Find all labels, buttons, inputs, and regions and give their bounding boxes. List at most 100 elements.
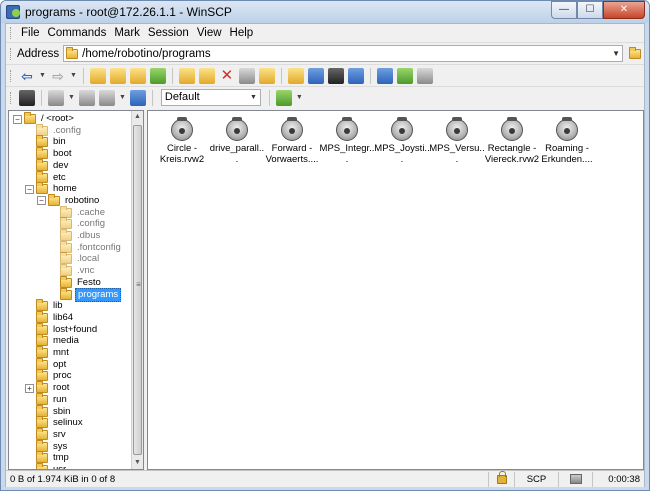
- title-bar[interactable]: programs - root@172.26.1.1 - WinSCP — ☐ …: [1, 1, 649, 23]
- tree-node[interactable]: .cache: [49, 205, 107, 219]
- open-folder-icon[interactable]: [629, 46, 641, 59]
- tree-node[interactable]: srv: [25, 427, 68, 441]
- menu-session[interactable]: Session: [144, 24, 193, 42]
- lock-icon[interactable]: [496, 470, 507, 484]
- find-files-icon[interactable]: [347, 67, 364, 84]
- tree-toggle-icon[interactable]: [129, 89, 146, 106]
- parent-directory-icon[interactable]: [89, 67, 106, 84]
- tree-node[interactable]: .local: [49, 252, 101, 265]
- tree-node[interactable]: .dbus: [49, 229, 102, 242]
- tree-node-label: programs: [75, 287, 122, 302]
- tree-node[interactable]: selinux: [25, 416, 85, 429]
- edit-file-icon[interactable]: [178, 67, 195, 84]
- compare-directories-icon[interactable]: [376, 67, 393, 84]
- open-file-icon[interactable]: [198, 67, 215, 84]
- address-grip-icon[interactable]: [10, 47, 13, 60]
- rename-icon[interactable]: [258, 67, 275, 84]
- menu-view[interactable]: View: [193, 24, 226, 42]
- transfer-settings-select[interactable]: Default: [160, 89, 261, 106]
- forward-history-chevron-icon[interactable]: ▼: [70, 72, 77, 79]
- file-item[interactable]: MPS_Versu...: [429, 117, 485, 165]
- tree-node[interactable]: opt: [25, 357, 68, 371]
- tree-node[interactable]: programs: [49, 287, 122, 302]
- toolbar-grip-icon[interactable]: [10, 69, 13, 82]
- back-arrow-icon[interactable]: ⇦: [19, 68, 35, 84]
- tree-node[interactable]: boot: [25, 147, 74, 160]
- scroll-thumb[interactable]: [133, 125, 143, 455]
- transfer-options-chevron-icon[interactable]: ▼: [296, 94, 303, 101]
- tree-node[interactable]: lib: [25, 299, 65, 312]
- tree-node[interactable]: − / <root>: [13, 112, 76, 125]
- address-input[interactable]: /home/robotino/programs ▼: [63, 45, 623, 62]
- tree-node[interactable]: etc: [25, 170, 68, 184]
- new-folder-icon[interactable]: [287, 67, 304, 84]
- folder-icon: [60, 205, 72, 218]
- collapse-icon[interactable]: −: [25, 184, 34, 194]
- view-mode-chevron-icon[interactable]: ▼: [68, 94, 75, 101]
- menu-grip-icon[interactable]: [10, 27, 13, 39]
- tree-node[interactable]: mnt: [25, 346, 71, 359]
- file-item[interactable]: Rectangle - Viereck.rvw2: [484, 117, 540, 165]
- tree-node[interactable]: lib64: [25, 310, 75, 324]
- file-item[interactable]: MPS_Integr...: [319, 117, 375, 165]
- root-directory-icon[interactable]: [109, 67, 126, 84]
- file-item[interactable]: MPS_Joysti...: [374, 117, 430, 165]
- file-item[interactable]: drive_parall...: [209, 117, 265, 165]
- menu-help[interactable]: Help: [226, 24, 258, 42]
- close-button[interactable]: ✕: [603, 1, 645, 19]
- tree-node[interactable]: bin: [25, 135, 68, 148]
- transfer-options-icon[interactable]: [275, 89, 292, 106]
- scroll-down-icon[interactable]: ▼: [132, 457, 143, 469]
- tree-node[interactable]: media: [25, 334, 81, 347]
- file-item[interactable]: Forward - Vorwaerts....: [264, 117, 320, 165]
- tree-node[interactable]: − robotino: [37, 193, 101, 207]
- minimize-button[interactable]: —: [551, 1, 577, 19]
- keep-remote-up-to-date-icon[interactable]: [416, 67, 433, 84]
- collapse-icon[interactable]: −: [13, 114, 22, 124]
- chevron-down-icon[interactable]: ▼: [612, 49, 620, 58]
- tree-node[interactable]: .config: [25, 123, 83, 137]
- tree-node[interactable]: sbin: [25, 404, 72, 418]
- tree-node[interactable]: run: [25, 392, 69, 406]
- sort-icon[interactable]: [78, 89, 95, 106]
- tree-node[interactable]: tmp: [25, 451, 71, 464]
- toolbar-grip-icon[interactable]: [10, 91, 13, 104]
- filter-icon[interactable]: [98, 89, 115, 106]
- winscp-app-icon: [6, 5, 20, 19]
- scroll-up-icon[interactable]: ▲: [132, 111, 143, 123]
- refresh-icon[interactable]: [149, 67, 166, 84]
- properties-icon[interactable]: [238, 67, 255, 84]
- add-bookmark-icon[interactable]: [307, 67, 324, 84]
- view-mode-icon[interactable]: [48, 89, 64, 106]
- synchronize-icon[interactable]: [396, 67, 413, 84]
- back-history-chevron-icon[interactable]: ▼: [39, 72, 46, 79]
- open-terminal-icon[interactable]: [327, 67, 344, 84]
- menu-file[interactable]: File: [17, 24, 44, 42]
- tree-node-label: lost+found: [53, 323, 98, 335]
- tree-node-label: .local: [77, 253, 100, 265]
- directory-tree[interactable]: ▲ ▼ −/ <root>.configbinbootdevetc−home−r…: [8, 110, 144, 470]
- preferences-gear-icon[interactable]: [19, 89, 35, 106]
- tree-node[interactable]: .config: [49, 217, 107, 230]
- home-directory-icon[interactable]: [129, 67, 146, 84]
- tree-node[interactable]: dev: [25, 158, 70, 172]
- tree-node[interactable]: sys: [25, 439, 69, 453]
- menu-commands[interactable]: Commands: [44, 24, 111, 42]
- expand-icon[interactable]: +: [25, 383, 34, 393]
- tree-node[interactable]: + root: [25, 381, 71, 394]
- tree-node[interactable]: .vnc: [49, 264, 96, 277]
- delete-icon[interactable]: ✕: [219, 67, 235, 84]
- menu-mark[interactable]: Mark: [110, 24, 144, 42]
- tree-node[interactable]: proc: [25, 369, 73, 382]
- file-list[interactable]: Circle - Kreis.rvw2 drive_parall... Forwar…: [147, 110, 644, 470]
- collapse-icon[interactable]: −: [37, 196, 46, 206]
- forward-arrow-icon[interactable]: ⇨: [50, 68, 66, 84]
- maximize-button[interactable]: ☐: [577, 1, 603, 19]
- main-area: File Commands Mark Session View Help Add…: [5, 23, 645, 487]
- tree-node-label: robotino: [65, 194, 100, 206]
- tree-scrollbar[interactable]: ▲ ▼: [131, 111, 143, 469]
- file-item[interactable]: Roaming - Erkunden....: [539, 117, 595, 165]
- file-item[interactable]: Circle - Kreis.rvw2: [154, 117, 210, 165]
- filter-chevron-icon[interactable]: ▼: [119, 94, 126, 101]
- file-name: MPS_Integr...: [319, 143, 375, 165]
